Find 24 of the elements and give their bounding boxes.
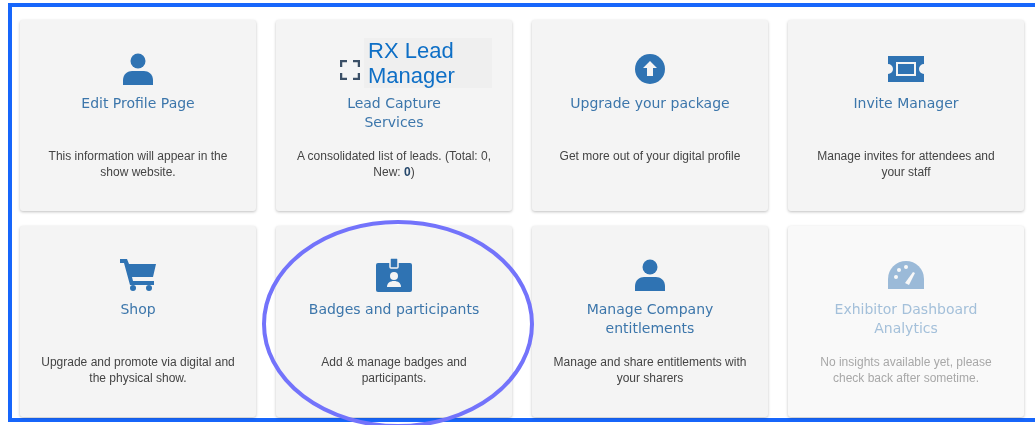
overlay-title: RX Lead Manager: [364, 38, 492, 88]
card[interactable]: Shop Upgrade and promote via digital and the physical show.: [20, 226, 256, 417]
card-description: Manage and share entitlements with your sharers: [552, 354, 748, 386]
card[interactable]: Manage Company entitlements Manage and share entitlements with your sharers: [532, 226, 768, 417]
card-description: Manage invites for attendees and your staff: [816, 148, 996, 180]
card-title: Upgrade your package: [570, 95, 730, 111]
card-title: Exhibitor Dashboard Analytics: [834, 301, 978, 336]
card[interactable]: Invite Manager Manage invites for attendees and your staff: [788, 20, 1024, 211]
card[interactable]: Upgrade your package Get more out of your digital profile: [532, 20, 768, 211]
card[interactable]: Lead Capture Services A consolidated list of leads. (Total: 0, New: 0) RX Lead Manager: [276, 20, 512, 211]
card-description: A consolidated list of leads. (Total: 0, New: 0): [296, 148, 492, 180]
card-title: Invite Manager: [853, 95, 959, 111]
card-title: Shop: [120, 301, 156, 317]
card-title: Badges and participants: [308, 301, 480, 317]
card[interactable]: Edit Profile Page This information will appear in the show website.: [20, 20, 256, 211]
card-title: Lead Capture Services: [347, 95, 441, 130]
card-description: This information will appear in the show website.: [47, 148, 229, 180]
card-title: Manage Company entitlements: [586, 301, 714, 336]
card-description: Add & manage badges and participants.: [320, 354, 468, 386]
card-description: No insights available yet, please check back after sometime.: [819, 354, 993, 386]
card[interactable]: Badges and participants Add & manage badges and participants.: [276, 226, 512, 417]
card-description: Get more out of your digital profile: [558, 148, 742, 164]
card-description: Upgrade and promote via digital and the physical show.: [40, 354, 236, 386]
card-title: Edit Profile Page: [81, 95, 195, 111]
